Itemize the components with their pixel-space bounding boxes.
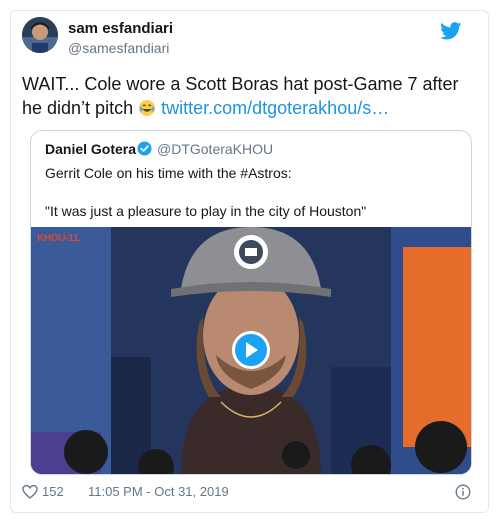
avatar-image — [22, 17, 58, 53]
face-with-tears-of-joy-icon — [139, 100, 156, 116]
play-button[interactable] — [232, 331, 270, 369]
tweet-link[interactable]: twitter.com/dtgoterakhou/s… — [161, 98, 389, 118]
station-logo: KHOU-11. — [37, 233, 81, 244]
like-count[interactable]: 152 — [42, 484, 64, 499]
author-handle[interactable]: @samesfandiari — [68, 40, 169, 56]
author-name[interactable]: sam esfandiari — [68, 20, 173, 37]
quoted-tweet[interactable]: Daniel Gotera @DTGoteraKHOU Gerrit Cole … — [30, 130, 472, 475]
timestamp[interactable]: 11:05 PM - Oct 31, 2019 — [88, 484, 229, 499]
play-icon — [246, 342, 258, 358]
quoted-text-line-2: "It was just a pleasure to play in the c… — [45, 203, 367, 219]
verified-badge-icon — [137, 141, 152, 156]
quoted-author-handle[interactable]: @DTGoteraKHOU — [157, 141, 273, 157]
twitter-bird-icon[interactable] — [440, 22, 462, 40]
tweet-text: WAIT... Cole wore a Scott Boras hat post… — [22, 72, 462, 120]
heart-icon[interactable] — [22, 484, 38, 500]
quoted-author-name[interactable]: Daniel Gotera — [45, 141, 136, 157]
info-icon[interactable] — [455, 484, 471, 500]
quoted-text-line-1: Gerrit Cole on his time with the #Astros… — [45, 165, 292, 181]
avatar[interactable] — [22, 17, 58, 53]
video-player[interactable]: KHOU-11. — [31, 227, 471, 474]
